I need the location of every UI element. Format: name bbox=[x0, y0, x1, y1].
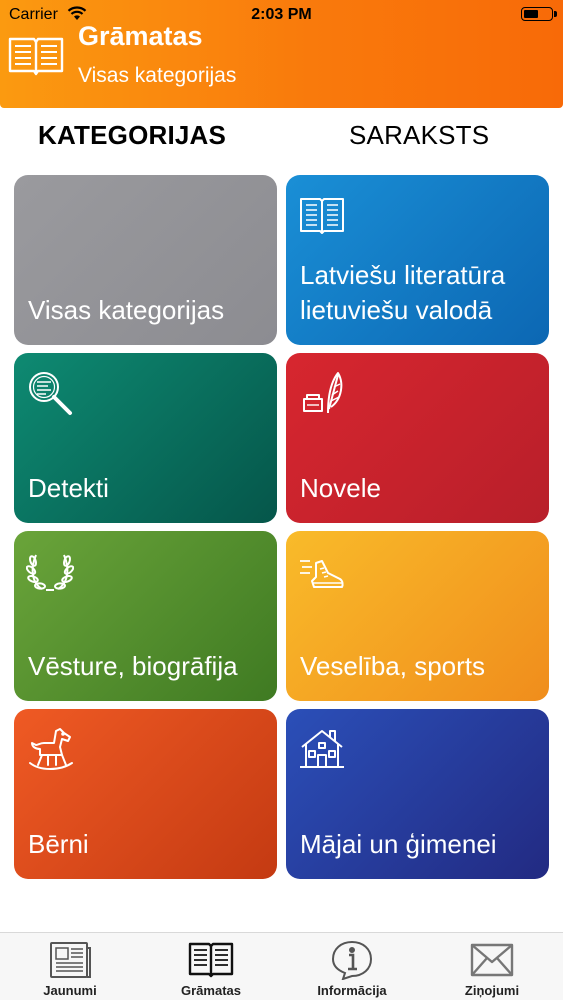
tabbar-item-messages[interactable]: Ziņojumi bbox=[422, 933, 562, 1000]
battery-level bbox=[524, 10, 538, 18]
ink-feather-icon bbox=[303, 372, 343, 414]
category-tile-history-biography[interactable]: Vēsture, biogrāfija bbox=[14, 531, 277, 701]
battery-tip bbox=[554, 11, 557, 17]
category-label: Latviešu literatūra lietuviešu valodā bbox=[300, 260, 506, 325]
category-tile-home-family[interactable]: Mājai un ģimenei bbox=[286, 709, 549, 879]
envelope-icon bbox=[470, 943, 514, 977]
open-book-icon bbox=[8, 37, 64, 76]
category-tile-health-sports[interactable]: Veselība, sports bbox=[286, 531, 549, 701]
category-tile-children[interactable]: Bērni bbox=[14, 709, 277, 879]
view-tabs: KATEGORIJAS SARAKSTS bbox=[0, 108, 563, 164]
category-label: Mājai un ģimenei bbox=[300, 829, 497, 859]
tabbar-label: Ziņojumi bbox=[464, 983, 520, 998]
category-label: Novele bbox=[300, 473, 381, 503]
category-label: Veselība, sports bbox=[300, 651, 485, 681]
category-tile-all[interactable]: Visas kategorijas bbox=[14, 175, 277, 345]
tabbar-item-books[interactable]: Grāmatas bbox=[141, 933, 281, 1000]
category-tile-novella[interactable]: Novele bbox=[286, 353, 549, 523]
tabbar-label: Grāmatas bbox=[181, 983, 241, 998]
house-icon bbox=[300, 730, 344, 768]
page-subtitle: Visas kategorijas bbox=[78, 64, 237, 87]
page-title: Grāmatas bbox=[78, 21, 203, 51]
app-header: Carrier 2:03 PM Grāmatas Visas kategorij… bbox=[0, 0, 563, 108]
category-label: Vēsture, biogrāfija bbox=[28, 651, 238, 681]
tab-kategorijas[interactable]: KATEGORIJAS bbox=[38, 120, 226, 151]
category-label: Detekti bbox=[28, 473, 109, 503]
rocking-horse-icon bbox=[29, 728, 73, 770]
info-bubble-icon bbox=[331, 940, 373, 980]
laurel-icon bbox=[26, 554, 74, 591]
magnifier-icon bbox=[29, 372, 72, 415]
tabbar-item-news[interactable]: Jaunumi bbox=[0, 933, 140, 1000]
category-label: Visas kategorijas bbox=[28, 295, 225, 325]
tabbar-label: Informācija bbox=[317, 983, 387, 998]
book-icon bbox=[188, 942, 234, 978]
book-icon bbox=[300, 198, 344, 234]
tabbar-label: Jaunumi bbox=[43, 983, 97, 998]
category-tile-detectives[interactable]: Detekti bbox=[14, 353, 277, 523]
category-label: Bērni bbox=[28, 829, 89, 859]
tabbar-item-information[interactable]: Informācija bbox=[282, 933, 422, 1000]
category-tile-latvian-literature[interactable]: Latviešu literatūra lietuviešu valodā bbox=[286, 175, 549, 345]
newspaper-icon bbox=[50, 942, 91, 978]
battery-icon bbox=[521, 7, 553, 21]
bottom-tab-bar: Jaunumi Grāmatas Informācija Ziņojumi bbox=[0, 932, 563, 1000]
tab-saraksts[interactable]: SARAKSTS bbox=[349, 120, 489, 151]
running-shoe-icon bbox=[300, 560, 344, 588]
